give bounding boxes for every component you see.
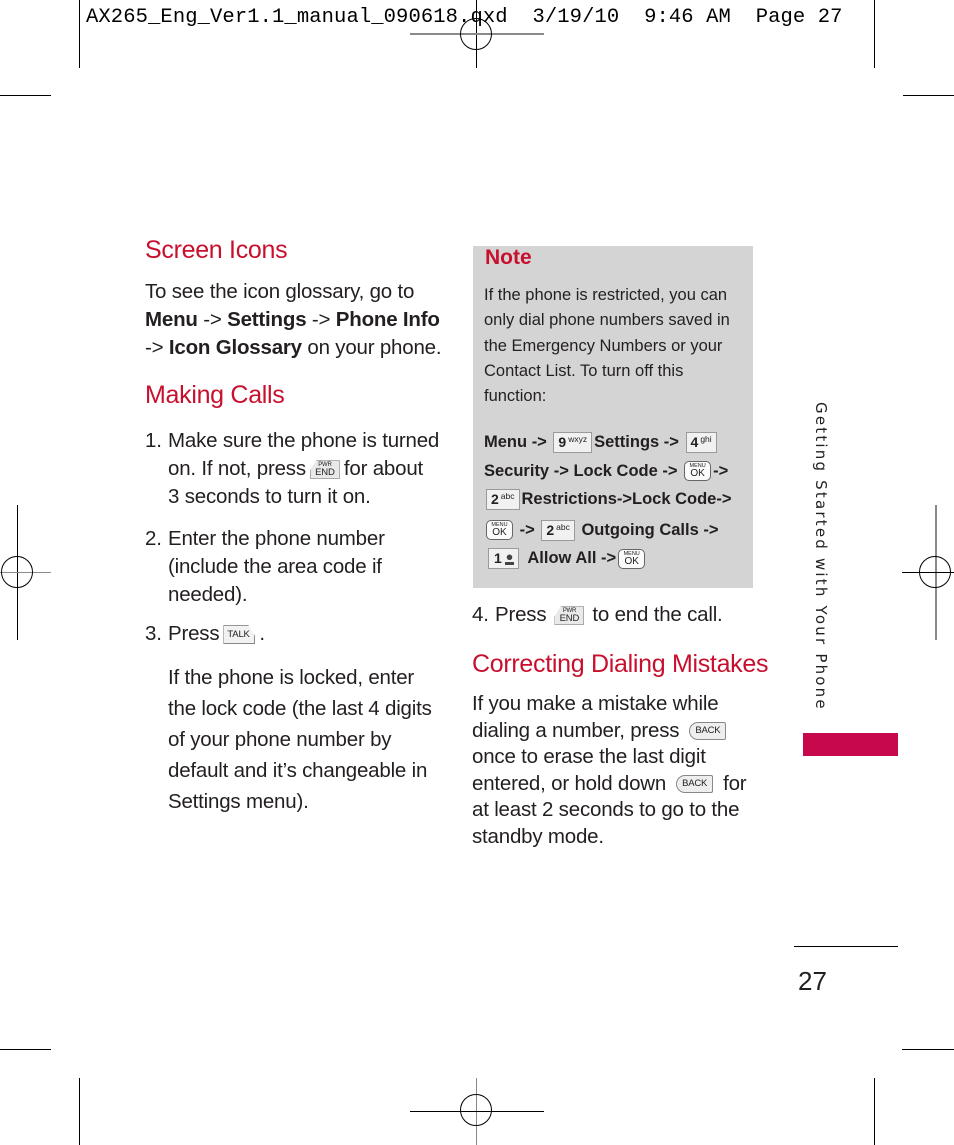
text-line: If the phone is locked, enter [168, 666, 415, 689]
text-line: Settings menu). [168, 790, 309, 813]
step-number: 3. [145, 622, 162, 645]
path-icon-glossary: Icon Glossary [168, 336, 302, 359]
text-line: at least 2 seconds to go to the [472, 798, 740, 822]
note-text: If the phone is restricted, you can only… [484, 286, 730, 406]
text-line: Make sure the phone is turned [168, 429, 440, 452]
locked-phone-paragraph: If the phone is locked, enter the lock c… [168, 662, 458, 817]
path-arrow: -> [306, 308, 336, 331]
heading-correcting-dialing-mistakes: Correcting Dialing Mistakes [472, 650, 769, 678]
heading-making-calls: Making Calls [145, 381, 285, 409]
text-line: entered, or hold down BACK for [472, 771, 747, 795]
chapter-side-label: Getting Started with Your Phone [812, 402, 830, 711]
crop-mark [0, 1049, 51, 1050]
menu-ok-key-icon: MENU OK [684, 461, 712, 482]
text-line: the lock code (the last 4 digits [168, 697, 432, 720]
text-fragment: Press [168, 622, 220, 645]
path-phone-info: Phone Info [335, 308, 440, 331]
making-calls-step-2: 2. Enter the phone number (include the ar… [145, 525, 445, 609]
making-calls-step-1: 1. Make sure the phone is turned on. If n… [145, 427, 445, 511]
key-1-voicemail-icon: 1 [488, 548, 519, 570]
text-line: standby mode. [472, 824, 604, 848]
crop-mark [874, 1078, 875, 1145]
path-settings: Settings [227, 308, 307, 331]
crop-mark [874, 0, 875, 68]
text-line: To see the icon glossary, go to [145, 280, 415, 303]
text-fragment: to end the call. [592, 603, 723, 626]
crop-mark [79, 0, 80, 68]
text-line: once to erase the last digit [472, 745, 706, 769]
text-fragment: on. If not, press [168, 457, 306, 480]
text-line: -> Icon Glossary on your phone. [145, 334, 445, 362]
crop-mark [79, 1078, 80, 1145]
text-fragment: . [259, 622, 265, 645]
key-4-icon: 4 ghi [685, 432, 717, 454]
note-step-line: Security -> Lock Code -> MENU OK -> [484, 461, 729, 482]
path-arrow: -> [145, 336, 169, 359]
text-line: (include the area code if [168, 555, 382, 578]
making-calls-step-3: 3. Press TALK. [145, 620, 445, 648]
key-9-icon: 9 wxyz [553, 432, 593, 454]
text-fragment: Press [495, 603, 547, 626]
path-menu: Menu [145, 308, 198, 331]
back-key-icon: BACK [676, 775, 714, 794]
registration-circle [1, 556, 33, 588]
menu-path: Menu -> Settings -> Phone Info [145, 306, 445, 334]
registration-circle [919, 556, 951, 588]
step-number: 4. [472, 603, 489, 626]
text-line: 3 seconds to turn it on. [168, 485, 371, 508]
note-step-line: MENU OK -> 2 abc Outgoing Calls -> [484, 516, 746, 545]
registration-circle [460, 18, 492, 50]
back-key-icon: BACK [689, 722, 727, 741]
text-fragment: on your phone. [301, 336, 442, 359]
making-calls-step-4: 4. Press PWR END to end the call. [472, 601, 772, 629]
text-line: of your phone number by [168, 728, 392, 751]
text-line: needed). [168, 583, 248, 606]
note-step-line: 2 abc Restrictions->Lock Code-> [484, 485, 746, 514]
text-line: dialing a number, press BACK [472, 718, 762, 745]
key-2-icon: 2 abc [541, 519, 575, 541]
crop-mark [0, 95, 51, 96]
talk-key-icon: TALK [223, 625, 256, 645]
heading-screen-icons: Screen Icons [145, 236, 288, 264]
chapter-tab [803, 733, 898, 756]
crop-mark [903, 95, 954, 96]
crop-mark [902, 1049, 954, 1050]
text-fragment: for about [343, 457, 424, 480]
key-2-icon: 2 abc [486, 489, 520, 511]
note-step-line: Menu -> 9 wxyz Settings -> 4 ghi [484, 428, 746, 457]
note-steps: Menu -> 9 wxyz Settings -> 4 ghi Security -… [484, 428, 746, 573]
page-number: 27 [798, 966, 827, 996]
note-title: Note [485, 246, 532, 269]
note-box: Note If the phone is restricted, you can… [473, 246, 753, 588]
text-line: default and it’s changeable in [168, 759, 428, 782]
path-arrow: -> [197, 308, 228, 331]
menu-ok-key-icon: MENU OK [486, 520, 513, 541]
registration-circle [460, 1094, 492, 1126]
screen-icons-paragraph: To see the icon glossary, go to Menu -> … [145, 278, 445, 362]
correcting-paragraph: If you make a mistake while dialing a nu… [472, 691, 762, 851]
end-key-icon: PWR END [554, 606, 585, 626]
step-number: 1. [145, 429, 162, 452]
step-number: 2. [145, 527, 162, 550]
menu-ok-key-icon: MENU OK [618, 548, 646, 569]
end-key-icon: PWR END [309, 460, 340, 480]
note-step-line: 1 Allow All -> MENU OK [484, 544, 746, 573]
text-line: If you make a mistake while [472, 692, 719, 715]
text-line: Enter the phone number [168, 527, 385, 550]
page-number-rule [794, 946, 898, 947]
